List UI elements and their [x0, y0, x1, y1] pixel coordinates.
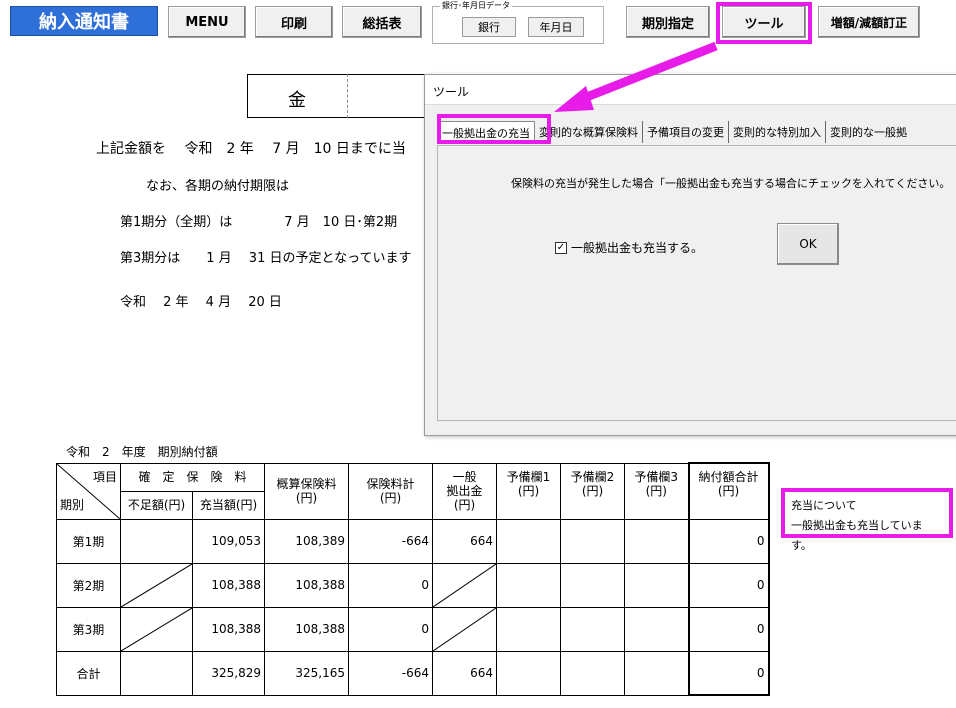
- cell-yobi2: [560, 518, 625, 564]
- cell-yobi1: [496, 606, 561, 652]
- juto-note-box: 充当について 一般拠出金も充当しています。: [781, 488, 953, 552]
- row-label: 第3期: [56, 606, 121, 652]
- adjust-button[interactable]: 増額/減額訂正: [818, 6, 920, 38]
- cell-gaisan: 108,388: [264, 606, 349, 652]
- tab-irregular-special[interactable]: 変則的な特別加入: [729, 121, 826, 143]
- menu-button[interactable]: MENU: [168, 6, 246, 38]
- tab-reserve-items[interactable]: 予備項目の変更: [643, 121, 729, 143]
- period3-line: 第3期分は 1 月 31 日の予定となっています: [120, 251, 412, 266]
- cell-gaisan: 325,165: [264, 650, 349, 696]
- period1-line: 第1期分（全期）は 7 月 10 日･第2期: [120, 215, 398, 230]
- cell-hokenkei: 0: [348, 562, 433, 608]
- header-item-period: 項目 期別: [56, 462, 121, 520]
- print-button[interactable]: 印刷: [255, 6, 333, 38]
- cell-yobi3: [624, 606, 689, 652]
- cell-ippan: 664: [432, 518, 497, 564]
- note-line: なお、各期の納付期限は: [146, 179, 290, 194]
- table-row-total: 合計 325,829 325,165 -664 664 0: [56, 650, 770, 696]
- table-caption: 令和 2 年度 期別納付額: [66, 445, 218, 459]
- header-kakutei: 確 定 保 険 料: [120, 462, 265, 492]
- cell-hokenkei: 0: [348, 606, 433, 652]
- cell-nofu: 0: [687, 562, 770, 608]
- cell-gaisan: 108,389: [264, 518, 349, 564]
- table-row: 第1期 109,053 108,389 -664 664 0: [56, 518, 770, 564]
- amount-label: 金: [288, 90, 306, 111]
- table-row: 第2期 108,388 108,388 0 0: [56, 562, 770, 608]
- header-juto: 充当額(円): [192, 490, 265, 520]
- checkbox-label: 一般拠出金も充当する。: [571, 241, 704, 255]
- note-body: 一般拠出金も充当しています。: [791, 519, 923, 552]
- row-label: 第2期: [56, 562, 121, 608]
- ok-button[interactable]: OK: [777, 223, 839, 265]
- cell-ippan-disabled: [432, 562, 497, 608]
- header-yobi1: 予備欄1 (円): [496, 462, 561, 520]
- header-period: 期別: [60, 497, 85, 512]
- bank-button[interactable]: 銀行: [462, 17, 516, 37]
- cell-fusoku: [120, 518, 193, 564]
- dialog-title: ツール: [433, 85, 470, 99]
- date-button[interactable]: 年月日: [528, 17, 584, 37]
- cell-yobi2: [560, 650, 625, 696]
- cell-yobi2: [560, 606, 625, 652]
- cell-fusoku-disabled: [120, 562, 193, 608]
- cell-yobi1: [496, 518, 561, 564]
- tab-irregular-general[interactable]: 変則的な一般拠: [826, 121, 911, 143]
- tab-highlight: [437, 114, 551, 144]
- cell-nofu: 0: [687, 650, 770, 696]
- period-button[interactable]: 期別指定: [626, 6, 710, 38]
- checkbox-check-icon[interactable]: ✓: [555, 241, 567, 254]
- title-button[interactable]: 納入通知書: [10, 6, 158, 36]
- pointer-arrow-icon: [554, 41, 718, 112]
- tool-button-highlight: [716, 2, 812, 44]
- header-ippan: 一般 拠出金 (円): [432, 462, 497, 520]
- issue-date-line: 令和 2 年 4 月 20 日: [120, 295, 282, 310]
- summary-button[interactable]: 総括表: [342, 6, 422, 38]
- note-title: 充当について: [791, 499, 857, 512]
- cell-ippan: 664: [432, 650, 497, 696]
- cell-fusoku: [120, 650, 193, 696]
- header-yobi2: 予備欄2 (円): [560, 462, 625, 520]
- cell-yobi1: [496, 650, 561, 696]
- row-label: 合計: [56, 650, 121, 696]
- row-label: 第1期: [56, 518, 121, 564]
- bank-date-group-title: 銀行･年月日データ: [440, 0, 512, 11]
- header-hokenkei: 保険料計 (円): [348, 462, 433, 520]
- tab-irregular-estimated[interactable]: 変則的な概算保険料: [535, 121, 643, 143]
- cell-nofu: 0: [687, 606, 770, 652]
- cell-juto: 108,388: [192, 562, 265, 608]
- tool-dialog: ツール 一般拠出金の充当 変則的な概算保険料 予備項目の変更 変則的な特別加入 …: [424, 74, 956, 436]
- cell-yobi2: [560, 562, 625, 608]
- dialog-message: 保険料の充当が発生した場合「一般拠出金も充当する場合にチェックを入れてください。: [511, 177, 951, 190]
- cell-hokenkei: -664: [348, 650, 433, 696]
- cell-yobi3: [624, 518, 689, 564]
- payment-table: 項目 期別 確 定 保 険 料 概算保険料 (円) 保険料計 (円) 一般 拠出…: [56, 462, 770, 696]
- cell-juto: 109,053: [192, 518, 265, 564]
- header-item: 項目: [92, 469, 117, 484]
- amount-box-divider: [347, 74, 348, 118]
- header-gaisan: 概算保険料 (円): [264, 462, 349, 520]
- cell-fusoku-disabled: [120, 606, 193, 652]
- deadline-line: 上記金額を 令和 2 年 7 月 10 日までに当: [96, 141, 406, 157]
- table-row: 第3期 108,388 108,388 0 0: [56, 606, 770, 652]
- cell-juto: 325,829: [192, 650, 265, 696]
- cell-gaisan: 108,388: [264, 562, 349, 608]
- cell-yobi3: [624, 562, 689, 608]
- apply-general-checkbox[interactable]: ✓ 一般拠出金も充当する。: [555, 239, 703, 256]
- cell-juto: 108,388: [192, 606, 265, 652]
- cell-nofu: 0: [687, 518, 770, 564]
- cell-yobi1: [496, 562, 561, 608]
- cell-hokenkei: -664: [348, 518, 433, 564]
- cell-yobi3: [624, 650, 689, 696]
- header-yobi3: 予備欄3 (円): [624, 462, 689, 520]
- header-nofu: 納付額合計 (円): [687, 462, 770, 520]
- header-fusoku: 不足額(円): [120, 490, 193, 520]
- cell-ippan-disabled: [432, 606, 497, 652]
